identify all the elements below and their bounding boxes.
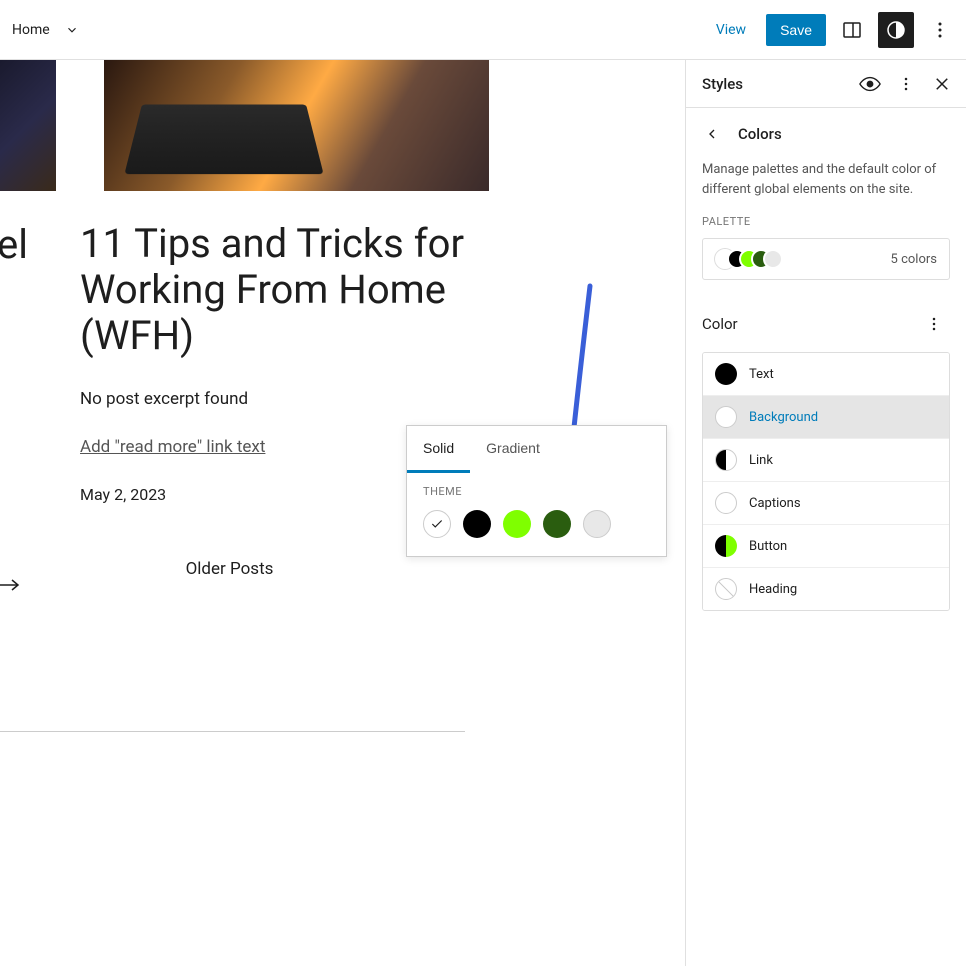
theme-swatch-black[interactable] [463, 510, 491, 538]
sidebar-title: Styles [702, 75, 743, 93]
home-link[interactable]: Home [8, 16, 54, 44]
color-section-more-button[interactable] [918, 308, 950, 340]
style-preview-button[interactable] [854, 68, 886, 100]
chevron-down-icon[interactable] [62, 20, 82, 40]
more-menu-button[interactable] [922, 12, 958, 48]
gradient-tab[interactable]: Gradient [470, 426, 556, 473]
sidebar-more-button[interactable] [890, 68, 922, 100]
styles-sidebar: Styles Colors Manage palettes and the de… [685, 60, 966, 966]
color-row-button[interactable]: Button [703, 525, 949, 568]
arrow-right-icon [0, 579, 20, 591]
colors-description: Manage palettes and the default color of… [686, 152, 966, 215]
color-row-label: Link [749, 453, 773, 468]
prev-post-title-fragment: vel [0, 221, 28, 504]
theme-swatch-darkgreen[interactable] [543, 510, 571, 538]
palette-section-label: PALETTE [702, 215, 950, 228]
color-row-captions[interactable]: Captions [703, 482, 949, 525]
color-row-heading[interactable]: Heading [703, 568, 949, 610]
back-button[interactable] [702, 124, 722, 144]
theme-swatch-white[interactable] [423, 510, 451, 538]
theme-swatch-lime[interactable] [503, 510, 531, 538]
save-button[interactable]: Save [766, 14, 826, 46]
color-row-background[interactable]: Background [703, 396, 949, 439]
footer-divider [0, 731, 465, 732]
color-row-label: Button [749, 539, 787, 554]
view-link[interactable]: View [704, 14, 758, 46]
sidebar-close-button[interactable] [926, 68, 958, 100]
palette-card[interactable]: 5 colors [702, 238, 950, 280]
palette-count: 5 colors [891, 252, 937, 267]
color-section-title: Color [702, 315, 738, 333]
color-row-label: Captions [749, 496, 801, 511]
check-icon [430, 517, 444, 531]
color-row-text[interactable]: Text [703, 353, 949, 396]
palette-preview [715, 249, 775, 269]
color-row-label: Heading [749, 582, 797, 597]
layout-toggle-button[interactable] [834, 12, 870, 48]
color-row-link[interactable]: Link [703, 439, 949, 482]
color-row-label: Text [749, 367, 774, 382]
solid-tab[interactable]: Solid [407, 426, 470, 473]
read-more-link-placeholder[interactable]: Add "read more" link text [80, 437, 265, 457]
theme-swatch-lightgray[interactable] [583, 510, 611, 538]
styles-panel-button[interactable] [878, 12, 914, 48]
post-title[interactable]: 11 Tips and Tricks for Working From Home… [80, 221, 465, 359]
post-image-right[interactable] [104, 60, 489, 191]
post-image-left[interactable] [0, 60, 56, 191]
color-row-label: Background [749, 410, 818, 425]
colors-nav-title: Colors [738, 125, 782, 143]
post-excerpt[interactable]: No post excerpt found [80, 389, 465, 409]
older-posts-label: Older Posts [186, 559, 274, 579]
theme-section-label: THEME [423, 485, 650, 498]
older-posts-link[interactable]: Older Posts [0, 559, 465, 591]
color-picker-popover: Solid Gradient THEME [406, 425, 667, 557]
